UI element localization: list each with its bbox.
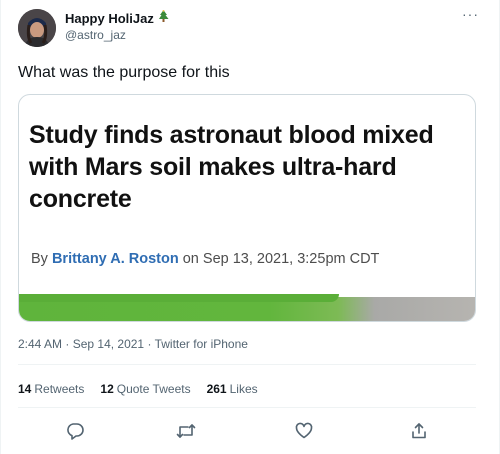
retweets-stat[interactable]: 14 Retweets [18,382,84,396]
action-bar [18,420,476,442]
tweet-meta: 2:44 AM · Sep 14, 2021 · Twitter for iPh… [18,337,248,351]
divider [18,407,476,408]
link-card[interactable]: Study finds astronaut blood mixed with M… [18,94,476,322]
avatar[interactable] [18,9,56,47]
meta-separator: · [144,337,155,351]
display-name-text: Happy HoliJaz [65,10,154,26]
christmas-tree-icon [158,9,169,26]
tweet-date[interactable]: Sep 14, 2021 [73,337,144,351]
reply-icon[interactable] [64,420,86,442]
card-byline: By Brittany A. Roston on Sep 13, 2021, 3… [31,251,379,267]
tweet-stats: 14 Retweets 12 Quote Tweets 261 Likes [18,382,274,396]
share-icon[interactable] [408,420,430,442]
card-image [19,294,475,321]
byline-prefix: By [31,251,48,267]
meta-separator: · [62,337,73,351]
byline-author: Brittany A. Roston [51,251,179,267]
user-handle[interactable]: @astro_jaz [65,28,126,42]
tweet-source[interactable]: Twitter for iPhone [155,337,248,351]
more-icon[interactable]: ··· [462,6,479,22]
tweet: Happy HoliJaz @astro_jaz ··· What was th… [0,0,500,454]
tweet-time[interactable]: 2:44 AM [18,337,62,351]
byline-date: on Sep 13, 2021, 3:25pm CDT [182,251,380,267]
display-name[interactable]: Happy HoliJaz [65,9,169,26]
card-headline: Study finds astronaut blood mixed with M… [29,121,434,213]
like-icon[interactable] [293,420,315,442]
likes-stat[interactable]: 261 Likes [207,382,258,396]
divider [18,364,476,365]
retweet-icon[interactable] [175,420,197,442]
tweet-text: What was the purpose for this [18,64,230,81]
quote-tweets-stat[interactable]: 12 Quote Tweets [100,382,190,396]
